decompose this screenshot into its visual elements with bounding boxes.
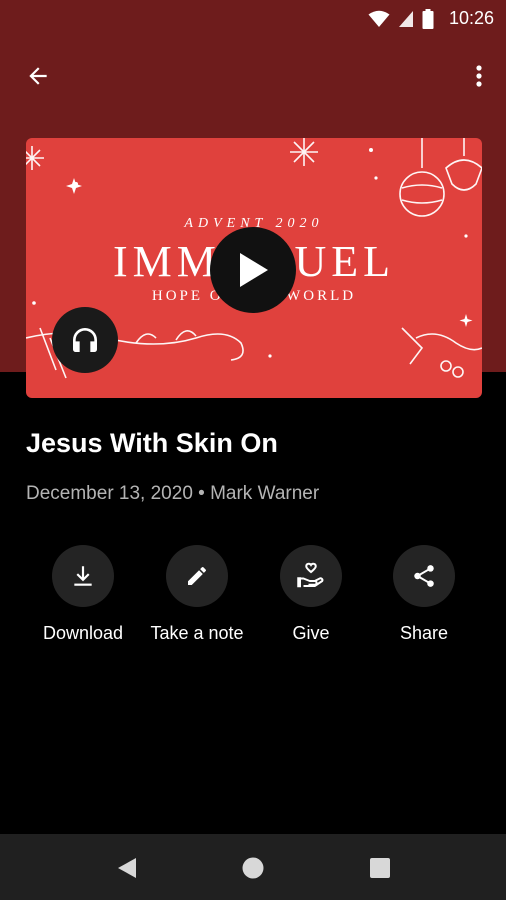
play-icon [240, 253, 268, 287]
download-circle[interactable] [52, 545, 114, 607]
listen-audio-button[interactable] [52, 307, 118, 373]
circle-home-icon [242, 857, 264, 879]
headphones-icon [73, 328, 97, 352]
pencil-icon [188, 566, 207, 585]
give-circle[interactable] [280, 545, 342, 607]
share-button[interactable]: Share [364, 545, 484, 644]
take-note-circle[interactable] [166, 545, 228, 607]
back-button[interactable] [18, 56, 58, 96]
wifi-icon [368, 10, 390, 27]
cell-signal-icon [399, 11, 413, 27]
system-nav-bar [0, 834, 506, 900]
share-circle[interactable] [393, 545, 455, 607]
take-note-label: Take a note [150, 623, 244, 643]
more-vertical-icon [476, 65, 482, 87]
arrow-back-icon [29, 67, 47, 85]
sermon-date-speaker: December 13, 2020 • Mark Warner [26, 483, 320, 504]
triangle-back-icon [118, 858, 136, 878]
take-note-button[interactable]: Take a note [137, 545, 257, 644]
status-time: 10:26 [448, 8, 494, 28]
download-label: Download [42, 623, 124, 643]
download-button[interactable]: Download [23, 545, 143, 644]
nav-home-button[interactable] [236, 851, 270, 885]
status-bar: 10:26 [0, 0, 506, 36]
battery-icon [422, 9, 434, 29]
status-icons [368, 9, 434, 29]
give-hand-heart-icon [297, 562, 324, 588]
share-label: Share [399, 623, 449, 643]
give-label: Give [292, 623, 330, 643]
sermon-title: Jesus With Skin On [26, 428, 278, 458]
action-row: Download Take a note Give Share [0, 545, 506, 655]
app-bar [0, 36, 506, 112]
more-options-button[interactable] [464, 56, 494, 96]
share-icon [414, 565, 434, 587]
square-recents-icon [370, 858, 390, 878]
download-icon [74, 566, 92, 586]
give-button[interactable]: Give [251, 545, 371, 644]
play-button[interactable] [210, 227, 296, 313]
nav-recents-button[interactable] [363, 851, 397, 885]
nav-back-button[interactable] [110, 851, 144, 885]
